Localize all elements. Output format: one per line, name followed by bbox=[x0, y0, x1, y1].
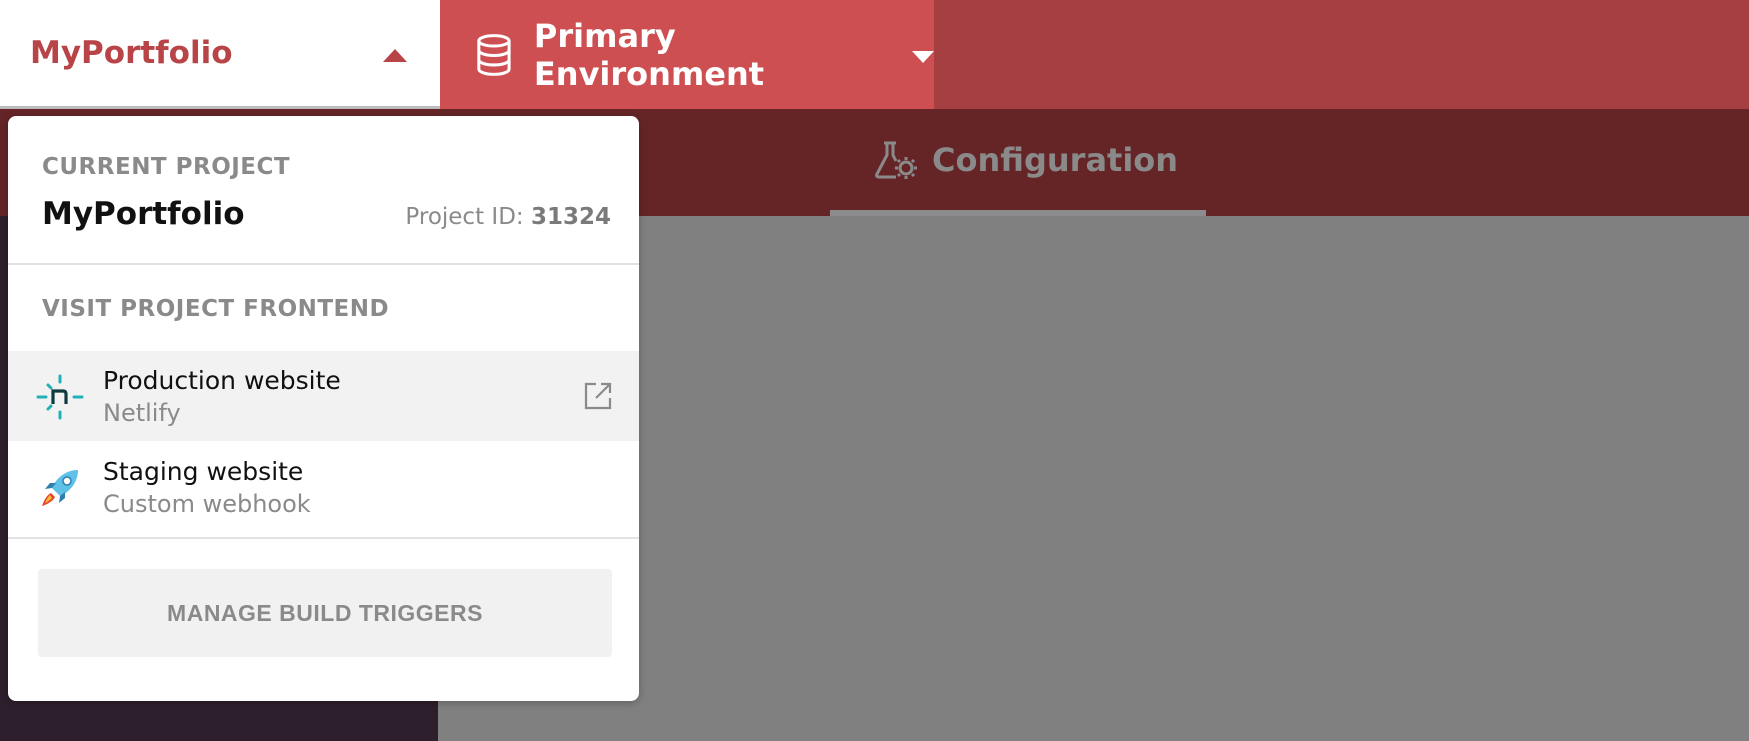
site-provider: Netlify bbox=[103, 399, 181, 427]
divider bbox=[8, 537, 639, 539]
project-switcher-name: MyPortfolio bbox=[30, 35, 233, 71]
top-bar: MyPortfolio Primary Environment bbox=[0, 0, 1749, 109]
netlify-icon bbox=[36, 374, 84, 420]
project-dropdown-panel: CURRENT PROJECT MyPortfolio Project ID: … bbox=[8, 116, 639, 701]
site-name: Staging website bbox=[103, 457, 304, 486]
visit-frontend-heading: VISIT PROJECT FRONTEND bbox=[42, 296, 390, 322]
current-project-heading: CURRENT PROJECT bbox=[42, 154, 291, 180]
environment-switcher[interactable]: Primary Environment bbox=[440, 0, 934, 109]
chevron-down-icon bbox=[912, 50, 934, 63]
current-project-name: MyPortfolio bbox=[42, 196, 245, 232]
tab-configuration[interactable]: Configuration bbox=[830, 109, 1206, 216]
external-link-icon[interactable] bbox=[583, 381, 613, 411]
site-row-staging[interactable]: Staging website Custom webhook bbox=[8, 442, 639, 532]
divider bbox=[8, 263, 639, 265]
site-row-production[interactable]: Production website Netlify bbox=[8, 351, 639, 441]
rocket-icon bbox=[42, 470, 78, 506]
site-provider: Custom webhook bbox=[103, 490, 311, 518]
database-icon bbox=[477, 33, 511, 76]
project-id-value: 31324 bbox=[530, 204, 611, 230]
project-id-label: Project ID: bbox=[405, 204, 524, 230]
environment-label: Primary Environment bbox=[533, 16, 765, 93]
project-switcher[interactable]: MyPortfolio bbox=[0, 0, 440, 109]
tab-configuration-label: Configuration bbox=[932, 140, 1179, 179]
site-name: Production website bbox=[103, 366, 341, 395]
flask-gear-icon bbox=[875, 141, 917, 179]
project-id: Project ID: 31324 bbox=[405, 204, 611, 230]
caret-up-icon bbox=[383, 49, 407, 62]
manage-build-triggers-button[interactable]: MANAGE BUILD TRIGGERS bbox=[38, 569, 612, 657]
